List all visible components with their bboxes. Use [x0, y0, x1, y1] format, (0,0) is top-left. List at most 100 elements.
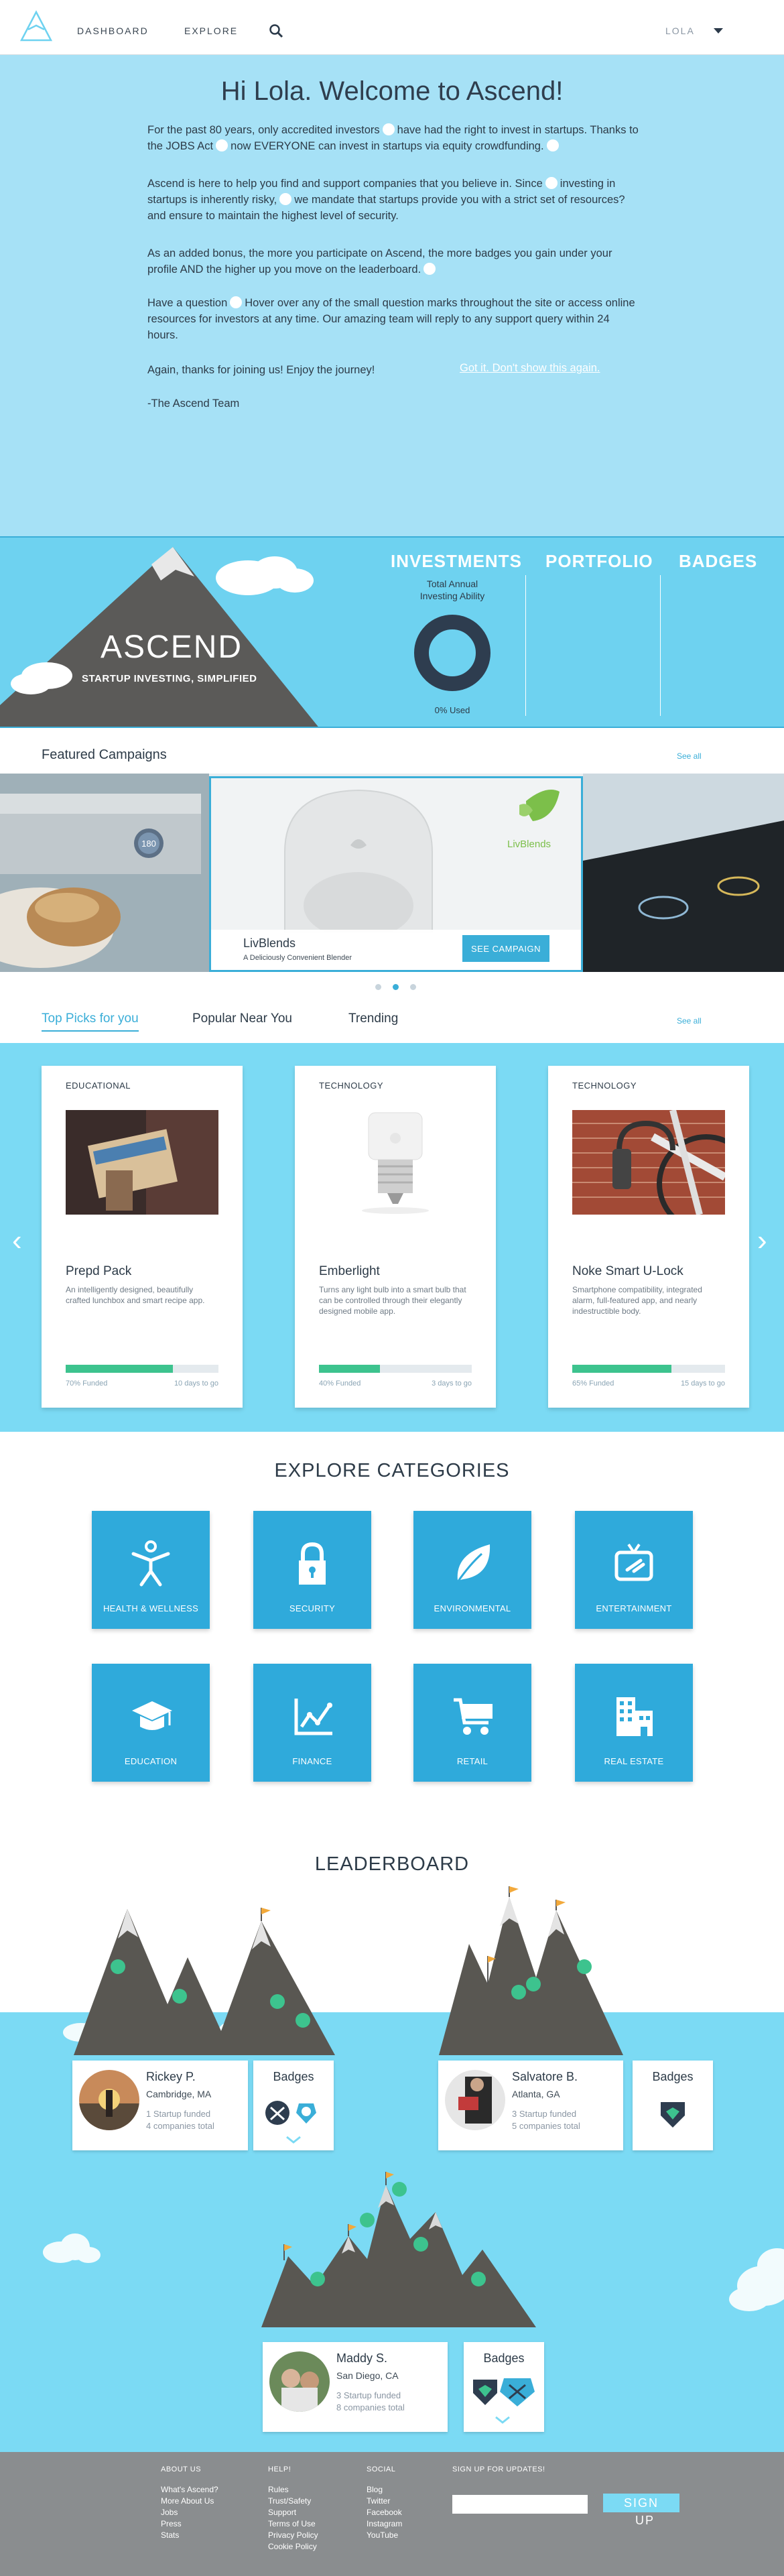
- brand-tagline: STARTUP INVESTING, SIMPLIFIED: [82, 673, 257, 684]
- footer-link[interactable]: Terms of Use: [268, 2518, 318, 2530]
- welcome-paragraph-3: As an added bonus, the more you particip…: [147, 245, 643, 278]
- footer-link[interactable]: What's Ascend?: [161, 2484, 218, 2496]
- pick-category: TECHNOLOGY: [319, 1081, 384, 1091]
- tab-top-picks[interactable]: Top Picks for you: [42, 1011, 139, 1032]
- see-campaign-button[interactable]: SEE CAMPAIGN: [462, 935, 549, 962]
- footer-link[interactable]: Rules: [268, 2484, 318, 2496]
- funding-progress-bar: [66, 1365, 218, 1373]
- footer-link[interactable]: Instagram: [367, 2518, 402, 2530]
- tab-investments[interactable]: INVESTMENTS: [391, 551, 522, 572]
- days-remaining: 15 days to go: [680, 1379, 725, 1388]
- pick-title[interactable]: Noke Smart U-Lock: [572, 1264, 683, 1279]
- player-startups-funded: 1 Startup funded: [146, 2109, 211, 2119]
- footer-link[interactable]: Stats: [161, 2530, 218, 2541]
- category-retail[interactable]: RETAIL: [413, 1664, 531, 1782]
- footer-link[interactable]: Jobs: [161, 2507, 218, 2518]
- leaderboard-player-card[interactable]: Maddy S. San Diego, CA 3 Startup funded …: [263, 2342, 448, 2432]
- tab-badges[interactable]: BADGES: [679, 551, 757, 572]
- help-question-icon[interactable]: [423, 263, 436, 275]
- footer-heading: SOCIAL: [367, 2465, 396, 2473]
- search-icon[interactable]: [268, 23, 284, 39]
- explore-categories-heading: EXPLORE CATEGORIES: [274, 1460, 510, 1481]
- chevron-down-icon[interactable]: [714, 28, 723, 34]
- category-environmental[interactable]: ENVIRONMENTAL: [413, 1511, 531, 1629]
- ascend-logo-icon[interactable]: [19, 9, 54, 44]
- footer-link[interactable]: Support: [268, 2507, 318, 2518]
- badge-icons: [473, 2378, 535, 2424]
- carousel-slide-oven[interactable]: 180: [0, 774, 209, 972]
- nav-explore[interactable]: EXPLORE: [184, 25, 238, 36]
- pick-card-emberlight[interactable]: TECHNOLOGY Emberlight Turns any light bu…: [295, 1066, 496, 1408]
- help-question-icon[interactable]: [279, 193, 292, 205]
- pick-card-prepd-pack[interactable]: EDUCATIONAL Prepd Pack An intelligently …: [42, 1066, 243, 1408]
- category-label: FINANCE: [292, 1756, 332, 1766]
- dismiss-welcome-link[interactable]: Got it. Don't show this again.: [460, 362, 600, 375]
- footer-link[interactable]: Privacy Policy: [268, 2530, 318, 2541]
- player-badges-card[interactable]: Badges: [464, 2342, 544, 2432]
- signup-email-input[interactable]: [452, 2495, 588, 2514]
- signup-button[interactable]: SIGN: [603, 2494, 679, 2512]
- category-health-wellness[interactable]: HEALTH & WELLNESS: [92, 1511, 210, 1629]
- carousel-slide-livblends[interactable]: LivBlends LivBlends A Deliciously Conven…: [209, 776, 583, 972]
- footer-link[interactable]: More About Us: [161, 2496, 218, 2507]
- tab-popular-near-you[interactable]: Popular Near You: [192, 1011, 292, 1026]
- footer-link[interactable]: Blog: [367, 2484, 402, 2496]
- funding-progress-fill: [572, 1365, 672, 1373]
- chevron-left-icon[interactable]: ‹: [12, 1224, 22, 1258]
- campaign-caption: LivBlends A Deliciously Convenient Blend…: [211, 930, 581, 970]
- tab-portfolio[interactable]: PORTFOLIO: [545, 551, 653, 572]
- badges-title: Badges: [273, 2070, 314, 2083]
- top-nav: DASHBOARD EXPLORE LOLA: [0, 0, 784, 55]
- dashboard-banner: ASCEND STARTUP INVESTING, SIMPLIFIED INV…: [0, 536, 784, 728]
- help-question-icon[interactable]: [382, 123, 395, 135]
- featured-carousel: 180 LivBlends LivBlends A Deliciously Co…: [0, 774, 784, 972]
- welcome-text: Have a question: [147, 297, 228, 309]
- footer-link[interactable]: Trust/Safety: [268, 2496, 318, 2507]
- help-question-icon[interactable]: [230, 296, 243, 308]
- nav-dashboard[interactable]: DASHBOARD: [77, 25, 149, 36]
- leaderboard-player-card[interactable]: Salvatore B. Atlanta, GA 3 Startup funde…: [438, 2061, 623, 2150]
- help-question-icon[interactable]: [545, 177, 558, 189]
- avatar: [445, 2070, 505, 2130]
- pick-title[interactable]: Prepd Pack: [66, 1264, 131, 1279]
- campaign-name: LivBlends: [243, 936, 296, 950]
- player-badges-card[interactable]: Badges: [253, 2061, 334, 2150]
- picks-see-all-link[interactable]: See all: [677, 1016, 702, 1026]
- signup-button-label-2[interactable]: UP: [635, 2514, 655, 2528]
- user-menu-name[interactable]: LOLA: [665, 25, 695, 36]
- category-label: SECURITY: [289, 1603, 336, 1613]
- carousel-dot[interactable]: [410, 984, 416, 990]
- player-badges-card[interactable]: Badges: [633, 2061, 713, 2150]
- leaderboard-player-card[interactable]: Rickey P. Cambridge, MA 1 Startup funded…: [72, 2061, 248, 2150]
- footer-link[interactable]: Facebook: [367, 2507, 402, 2518]
- category-security[interactable]: SECURITY: [253, 1511, 371, 1629]
- footer-link[interactable]: Twitter: [367, 2496, 402, 2507]
- help-question-icon[interactable]: [546, 139, 559, 151]
- footer-link[interactable]: Cookie Policy: [268, 2541, 318, 2553]
- footer-help-column: HELP! Rules Trust/Safety Support Terms o…: [268, 2465, 318, 2553]
- footer-link[interactable]: Press: [161, 2518, 218, 2530]
- days-remaining: 10 days to go: [174, 1379, 218, 1388]
- tab-trending[interactable]: Trending: [348, 1011, 398, 1026]
- category-label: REAL ESTATE: [604, 1756, 664, 1766]
- category-finance[interactable]: FINANCE: [253, 1664, 371, 1782]
- player-companies-total: 5 companies total: [512, 2121, 580, 2131]
- pick-card-noke-lock[interactable]: TECHNOLOGY Noke Smart U-Lock Smartphone …: [548, 1066, 749, 1408]
- footer-link[interactable]: YouTube: [367, 2530, 402, 2541]
- category-education[interactable]: EDUCATION: [92, 1664, 210, 1782]
- chevron-right-icon[interactable]: ›: [757, 1224, 767, 1258]
- carousel-dot-active[interactable]: [393, 984, 399, 990]
- pick-title[interactable]: Emberlight: [319, 1264, 380, 1279]
- featured-see-all-link[interactable]: See all: [677, 751, 702, 761]
- category-real-estate[interactable]: REAL ESTATE: [575, 1664, 693, 1782]
- carousel-slide-cooktop[interactable]: [583, 774, 784, 972]
- category-label: ENTERTAINMENT: [596, 1603, 672, 1613]
- funding-progress-fill: [66, 1365, 173, 1373]
- category-entertainment[interactable]: ENTERTAINMENT: [575, 1511, 693, 1629]
- welcome-text: now EVERYONE can invest in startups via …: [231, 140, 544, 152]
- player-name: Rickey P.: [146, 2070, 196, 2083]
- carousel-dot[interactable]: [375, 984, 381, 990]
- oven-display-text: 180: [141, 839, 156, 849]
- help-question-icon[interactable]: [216, 139, 228, 151]
- welcome-text: As an added bonus, the more you particip…: [147, 247, 612, 275]
